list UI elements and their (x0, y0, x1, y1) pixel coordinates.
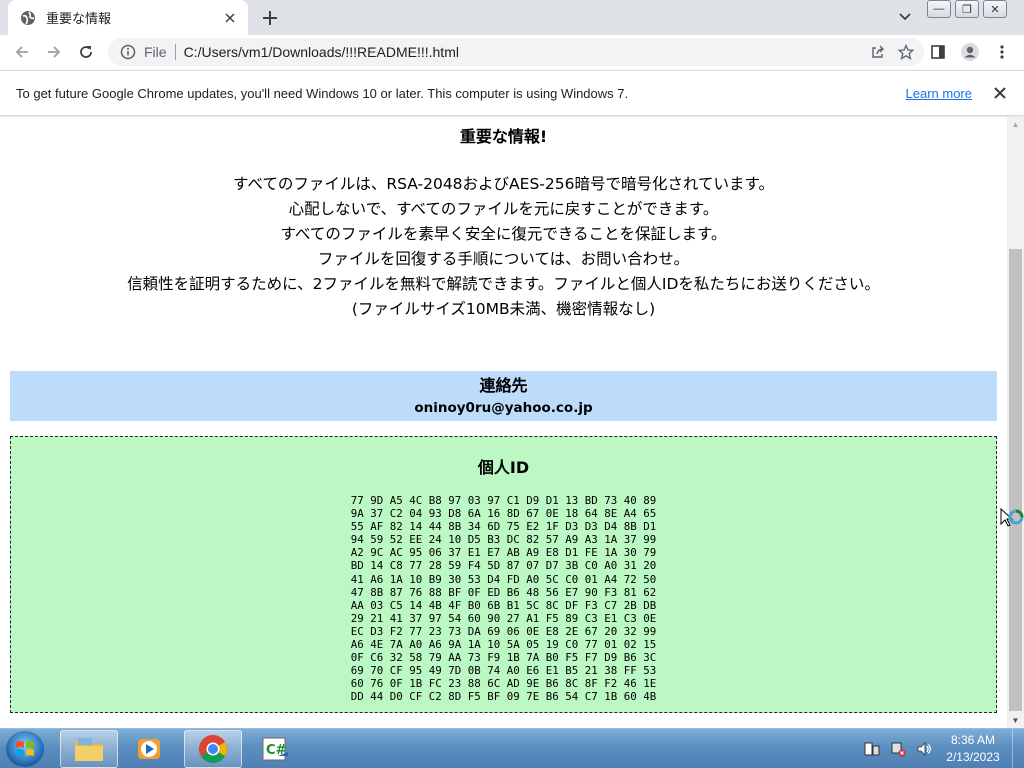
back-arrow-icon (15, 46, 28, 58)
site-info-icon[interactable] (114, 44, 142, 60)
personal-id-hex: 77 9D A5 4C B8 97 03 97 C1 D9 D1 13 BD 7… (350, 494, 657, 704)
taskbar-media-player[interactable] (120, 730, 178, 768)
browser-toolbar: File C:/Users/vm1/Downloads/!!!README!!!… (0, 35, 1024, 70)
clock-date: 2/13/2023 (946, 750, 1000, 764)
clock-time: 8:36 AM (950, 733, 996, 747)
kebab-menu-icon (1000, 45, 1004, 59)
personal-id-box: 個人ID 77 9D A5 4C B8 97 03 97 C1 D9 D1 13… (10, 436, 997, 713)
infobar-message: To get future Google Chrome updates, you… (16, 85, 629, 101)
address-separator (174, 44, 176, 60)
message-line: 信頼性を証明するために、2ファイルを無料で解読できます。ファイルと個人IDを私た… (127, 275, 880, 293)
tab-search-chevron-icon[interactable] (896, 8, 914, 26)
show-desktop-button[interactable] (1012, 729, 1024, 768)
tab-strip: 重要な情報 — ❐ ✕ (0, 0, 1024, 35)
profile-avatar-icon (961, 43, 979, 61)
windows-taskbar: C# 8:36 AM 2/13/2023 (0, 728, 1024, 768)
infobar-close-icon[interactable] (990, 87, 1010, 99)
scheme-label: File (144, 44, 167, 60)
address-bar[interactable]: File C:/Users/vm1/Downloads/!!!README!!!… (108, 38, 924, 66)
action-center-icon[interactable] (862, 739, 882, 759)
update-infobar: To get future Google Chrome updates, you… (0, 70, 1024, 116)
globe-icon (20, 10, 36, 26)
menu-button[interactable] (988, 38, 1016, 66)
page-title: 重要な情報! (459, 127, 548, 146)
message-line: ファイルを回復する手順については、お問い合わせ。 (317, 250, 690, 268)
network-icon[interactable] (888, 739, 908, 759)
side-panel-button[interactable] (924, 38, 952, 66)
taskbar-csharp-app[interactable]: C# (246, 730, 304, 768)
bookmark-star-icon[interactable] (892, 38, 920, 66)
scrollbar-thumb[interactable] (1009, 249, 1022, 711)
windows-logo-icon (16, 741, 34, 756)
contact-email: oninoy0ru@yahoo.co.jp (414, 400, 593, 416)
scroll-up-arrow-icon[interactable]: ▲ (1007, 117, 1024, 132)
busy-cursor-icon (1000, 507, 1024, 527)
contact-heading: 連絡先 (479, 376, 528, 395)
side-panel-icon (931, 45, 945, 59)
message-line: 心配しないで、すべてのファイルを元に戻すことができます。 (288, 200, 719, 218)
new-tab-button[interactable] (258, 6, 282, 30)
tab-title: 重要な情報 (46, 11, 112, 26)
share-icon[interactable] (864, 38, 892, 66)
forward-button[interactable] (40, 38, 68, 66)
media-player-icon (138, 739, 160, 759)
chrome-icon (199, 735, 227, 763)
back-button[interactable] (8, 38, 36, 66)
vertical-scrollbar[interactable]: ▲ ▼ (1007, 117, 1024, 728)
scroll-down-arrow-icon[interactable]: ▼ (1007, 713, 1024, 728)
page-content: 重要な情報! すべてのファイルは、RSA-2048およびAES-256暗号で暗号… (0, 117, 1007, 728)
message-line: (ファイルサイズ10MB未満、機密情報なし) (351, 300, 656, 318)
reload-icon (80, 46, 92, 58)
close-window-button[interactable]: ✕ (983, 0, 1007, 18)
start-button[interactable] (6, 731, 44, 767)
taskbar-chrome[interactable] (184, 730, 242, 768)
url-text[interactable]: C:/Users/vm1/Downloads/!!!README!!!.html (184, 44, 864, 60)
learn-more-link[interactable]: Learn more (906, 86, 972, 101)
message-line: すべてのファイルは、RSA-2048およびAES-256暗号で暗号化されています… (233, 175, 774, 193)
forward-arrow-icon (48, 46, 61, 58)
minimize-button[interactable]: — (927, 0, 951, 18)
system-tray (862, 737, 940, 761)
tab-close-icon[interactable] (220, 8, 240, 28)
message-line: すべてのファイルを素早く安全に復元できることを保証します。 (280, 225, 727, 243)
window-controls: — ❐ ✕ (927, 0, 1011, 20)
csharp-file-icon: C# (262, 737, 288, 761)
contact-box: 連絡先 oninoy0ru@yahoo.co.jp (10, 371, 997, 421)
volume-icon[interactable] (914, 739, 934, 759)
reload-button[interactable] (72, 38, 100, 66)
personal-id-heading: 個人ID (477, 458, 530, 477)
taskbar-explorer[interactable] (60, 730, 118, 768)
browser-tab[interactable]: 重要な情報 (8, 0, 248, 35)
folder-icon (75, 738, 103, 761)
taskbar-clock[interactable]: 8:36 AM 2/13/2023 (936, 732, 1010, 766)
restore-button[interactable]: ❐ (955, 0, 979, 18)
profile-button[interactable] (956, 38, 984, 66)
ransom-message: すべてのファイルは、RSA-2048およびAES-256暗号で暗号化されています… (0, 172, 1007, 322)
